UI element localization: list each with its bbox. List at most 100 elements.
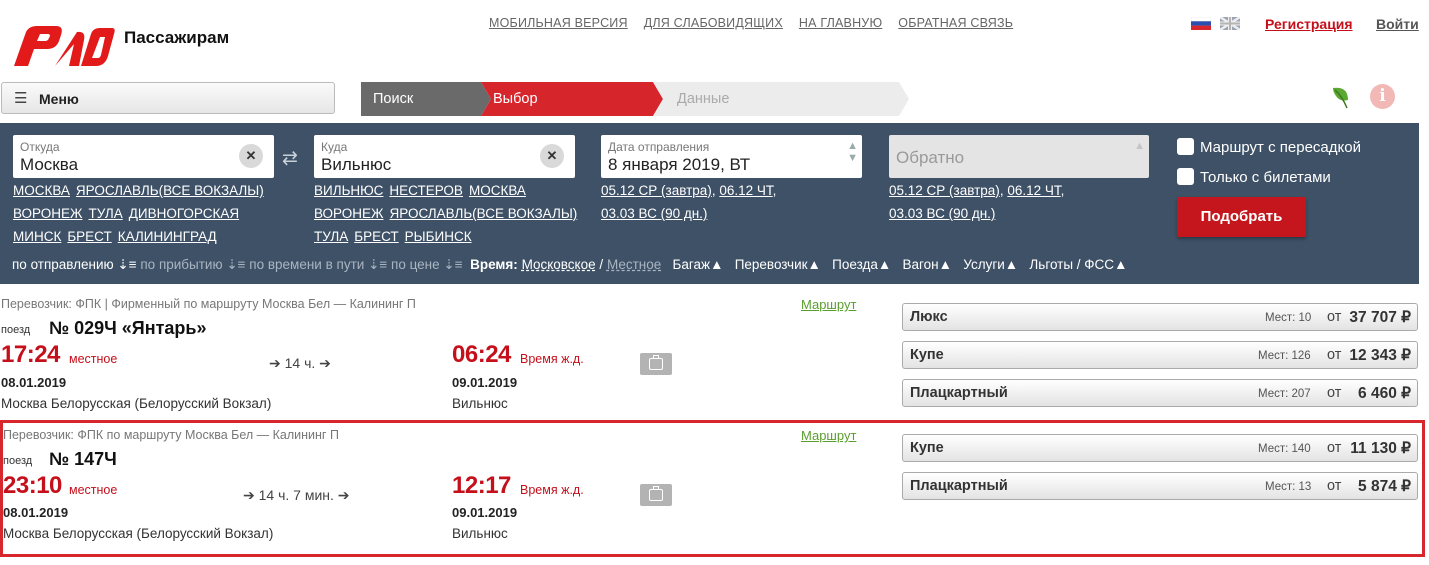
- return-quick[interactable]: 05.12 СР (завтра): [889, 183, 1000, 198]
- date-quick[interactable]: 06.12 ЧТ: [719, 183, 772, 198]
- car-class-row[interactable]: Плацкартный Мест: 207 от 6 460 ₽: [902, 379, 1418, 407]
- departure-station: Москва Белорусская (Белорусский Вокзал): [1, 396, 272, 411]
- time-moscow[interactable]: Московское: [522, 257, 596, 272]
- to-suggestion[interactable]: БРЕСТ: [354, 229, 398, 244]
- luggage-icon[interactable]: [640, 353, 672, 375]
- arrow-right-icon: ➔: [243, 487, 259, 503]
- return-date-field[interactable]: Обратно ▲: [889, 135, 1149, 178]
- car-class-row[interactable]: Люкс Мест: 10 от 37 707 ₽: [902, 303, 1418, 331]
- date-field[interactable]: Дата отправления 8 января 2019, ВТ ▲ ▼: [601, 135, 862, 178]
- from-suggestion[interactable]: ЯРОСЛАВЛЬ(ВСЕ ВОКЗАЛЫ): [76, 183, 264, 198]
- leaf-icon[interactable]: [1330, 84, 1352, 110]
- filter-services[interactable]: Услуги: [963, 257, 1005, 272]
- filter-carrier[interactable]: Перевозчик: [735, 257, 808, 272]
- arrow-right-icon: ➔: [315, 355, 331, 371]
- departure-time-note: местное: [69, 483, 118, 497]
- tickets-only-checkbox[interactable]: Только с билетами: [1177, 168, 1331, 186]
- seats-count: Мест: 140: [1258, 443, 1311, 455]
- car-class-row[interactable]: Купе Мест: 126 от 12 343 ₽: [902, 341, 1418, 369]
- find-button[interactable]: Подобрать: [1177, 197, 1306, 237]
- sort-by-travel-time[interactable]: по времени в пути: [249, 257, 364, 272]
- filter-luggage[interactable]: Багаж: [673, 257, 711, 272]
- filter-benefits[interactable]: Льготы / ФСС: [1029, 257, 1114, 272]
- login-link[interactable]: Войти: [1376, 16, 1419, 32]
- to-suggestion[interactable]: ЯРОСЛАВЛЬ(ВСЕ ВОКЗАЛЫ): [389, 206, 577, 221]
- transfer-checkbox[interactable]: Маршрут с пересадкой: [1177, 138, 1361, 156]
- from-suggestion[interactable]: МИНСК: [13, 229, 61, 244]
- departure-date: 08.01.2019: [1, 375, 67, 390]
- date-quick[interactable]: 03.03 ВС (90 дн.): [601, 206, 707, 221]
- home-link[interactable]: НА ГЛАВНУЮ: [799, 16, 882, 30]
- car-class-row[interactable]: Купе Мест: 140 от 11 130 ₽: [902, 434, 1418, 462]
- triangle-up-icon: ▲: [877, 257, 892, 272]
- accessibility-link[interactable]: ДЛЯ СЛАБОВИДЯЩИХ: [644, 16, 783, 30]
- checkbox-box[interactable]: [1177, 138, 1194, 155]
- return-quick[interactable]: 06.12 ЧТ: [1007, 183, 1060, 198]
- sort-bar: по отправлению ⇣≡ по прибытию ⇣≡ по врем…: [12, 257, 1127, 273]
- from-suggestion[interactable]: ТУЛА: [88, 206, 122, 221]
- to-suggestion[interactable]: РЫБИНСК: [405, 229, 472, 244]
- from-suggestion[interactable]: БРЕСТ: [67, 229, 111, 244]
- to-suggestion[interactable]: ВОРОНЕЖ: [314, 206, 383, 221]
- departure-time-note: местное: [69, 352, 118, 366]
- triangle-up-icon: ▲: [807, 257, 821, 272]
- train-number[interactable]: № 029Ч «Янтарь»: [49, 318, 206, 339]
- uk-flag-icon[interactable]: [1220, 17, 1240, 30]
- price: 11 130 ₽: [1350, 440, 1411, 457]
- from-suggestion[interactable]: МОСКВА: [13, 183, 70, 198]
- to-suggestion[interactable]: ТУЛА: [314, 229, 348, 244]
- departure-date: 08.01.2019: [3, 505, 69, 520]
- to-suggestion[interactable]: НЕСТЕРОВ: [389, 183, 463, 198]
- filter-car[interactable]: Вагон: [903, 257, 939, 272]
- from-suggestion[interactable]: КАЛИНИНГРАД: [118, 229, 217, 244]
- sort-by-arrival[interactable]: по прибытию: [140, 257, 222, 272]
- car-type: Люкс: [910, 309, 948, 325]
- from-value: Москва: [20, 155, 79, 174]
- train-meta: Перевозчик: ФПК | Фирменный по маршруту …: [1, 297, 416, 311]
- checkbox-box[interactable]: [1177, 168, 1194, 185]
- step-passengers: Данные пассажиров и оплата: [677, 91, 757, 175]
- clear-icon[interactable]: ✕: [239, 144, 263, 168]
- rzd-logo[interactable]: [12, 22, 116, 68]
- train-label: поезд: [1, 324, 31, 336]
- date-value: 8 января 2019, ВТ: [608, 155, 751, 174]
- car-class-row[interactable]: Плацкартный Мест: 13 от 5 874 ₽: [902, 472, 1418, 500]
- train-meta: Перевозчик: ФПК по маршруту Москва Бел —…: [3, 428, 339, 442]
- price: 12 343 ₽: [1349, 347, 1411, 364]
- arrival-time: 12:17: [452, 472, 511, 499]
- info-icon[interactable]: i: [1370, 84, 1395, 109]
- from-field[interactable]: Откуда Москва ✕: [13, 135, 274, 178]
- price: 5 874 ₽: [1358, 478, 1411, 495]
- time-local[interactable]: Местное: [607, 257, 661, 272]
- luggage-icon[interactable]: [640, 484, 672, 506]
- duration-value: 14 ч.: [284, 355, 316, 371]
- price: 37 707 ₽: [1349, 309, 1411, 326]
- menu-button[interactable]: ☰ Меню: [1, 82, 335, 114]
- clear-icon[interactable]: ✕: [540, 144, 564, 168]
- mobile-version-link[interactable]: МОБИЛЬНАЯ ВЕРСИЯ: [489, 16, 628, 30]
- return-quick[interactable]: 03.03 ВС (90 дн.): [889, 206, 995, 221]
- russian-flag-icon[interactable]: [1191, 17, 1211, 30]
- from-suggestion[interactable]: ДИВНОГОРСКАЯ: [129, 206, 239, 221]
- train-number[interactable]: № 147Ч: [49, 449, 117, 470]
- filter-trains[interactable]: Поезда: [832, 257, 878, 272]
- to-suggestion[interactable]: ВИЛЬНЮС: [314, 183, 383, 198]
- feedback-link[interactable]: ОБРАТНАЯ СВЯЗЬ: [898, 16, 1013, 30]
- triangle-up-icon: ▲: [710, 257, 724, 272]
- spinner-icon: ▲: [1134, 140, 1145, 152]
- travel-duration: ➔ 14 ч. ➔: [269, 355, 331, 372]
- register-link[interactable]: Регистрация: [1265, 16, 1353, 32]
- spinner-icon[interactable]: ▲ ▼: [847, 140, 858, 164]
- to-caption: Куда: [321, 140, 348, 154]
- sort-by-price[interactable]: по цене: [391, 257, 440, 272]
- route-link[interactable]: Маршрут: [801, 428, 856, 443]
- step-search[interactable]: Поиск билета: [373, 82, 420, 141]
- sort-by-departure[interactable]: по отправлению: [12, 257, 114, 272]
- date-quick[interactable]: 05.12 СР (завтра): [601, 183, 712, 198]
- to-suggestion[interactable]: МОСКВА: [469, 183, 526, 198]
- to-field[interactable]: Куда Вильнюс ✕: [314, 135, 575, 178]
- route-link[interactable]: Маршрут: [801, 297, 856, 312]
- from-suggestion[interactable]: ВОРОНЕЖ: [13, 206, 82, 221]
- swap-icon[interactable]: ⇄: [282, 147, 298, 170]
- car-type: Плацкартный: [910, 478, 1008, 494]
